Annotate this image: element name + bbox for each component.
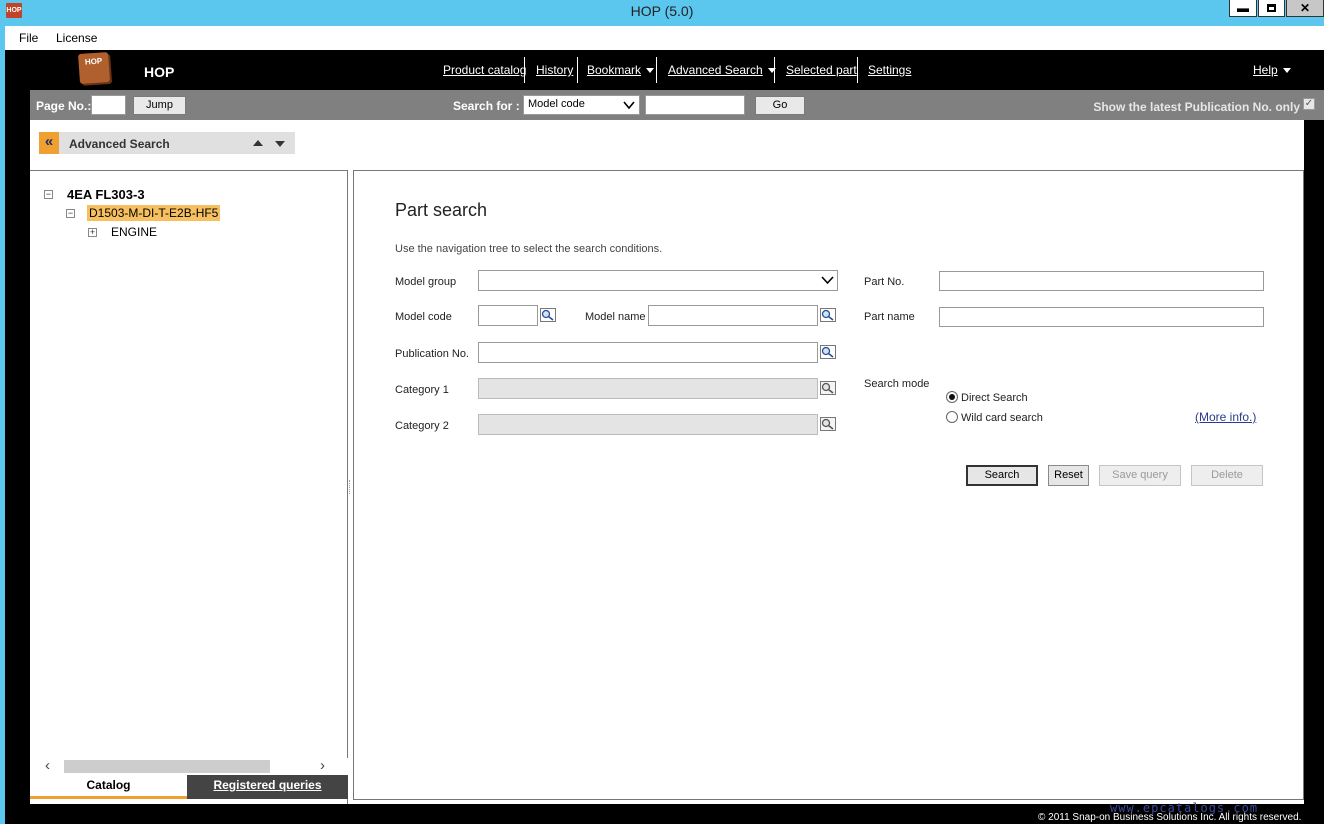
chevron-down-icon bbox=[623, 101, 635, 110]
collapse-icon[interactable]: − bbox=[44, 190, 53, 199]
nav-divider bbox=[656, 57, 657, 83]
show-latest-label: Show the latest Publication No. only bbox=[1093, 100, 1300, 114]
reset-button[interactable]: Reset bbox=[1048, 465, 1089, 486]
nav-advanced-search[interactable]: Advanced Search bbox=[668, 63, 776, 77]
part-name-input[interactable] bbox=[939, 307, 1264, 327]
window-title: HOP (5.0) bbox=[630, 3, 694, 19]
model-group-label: Model group bbox=[395, 276, 457, 288]
wildcard-search-label[interactable]: Wild card search bbox=[961, 412, 1043, 424]
show-latest-checkbox[interactable]: ✓ bbox=[1303, 98, 1315, 110]
nav-settings[interactable]: Settings bbox=[868, 63, 911, 77]
tree-node-root[interactable]: 4EA FL303-3 bbox=[67, 187, 145, 202]
lookup-icon[interactable] bbox=[820, 345, 836, 359]
search-for-select[interactable]: Model code bbox=[523, 95, 640, 115]
move-up-icon[interactable] bbox=[253, 140, 263, 146]
minimize-button[interactable]: ▬ bbox=[1229, 0, 1257, 17]
maximize-icon bbox=[1267, 4, 1276, 12]
direct-search-label[interactable]: Direct Search bbox=[961, 392, 1028, 404]
app-area: HOP HOP Product catalog History Bookmark… bbox=[5, 50, 1324, 824]
advanced-search-header: Advanced Search bbox=[59, 132, 295, 154]
tree-node-model[interactable]: D1503-M-DI-T-E2B-HF5 bbox=[87, 205, 221, 221]
go-button[interactable]: Go bbox=[755, 96, 805, 115]
panel-tabs: Catalog Registered queries bbox=[30, 775, 348, 799]
window-titlebar: HOP HOP (5.0) ▬ ✕ bbox=[0, 0, 1324, 22]
collapse-icon[interactable]: − bbox=[66, 209, 75, 218]
menu-file[interactable]: File bbox=[19, 31, 38, 45]
nav-help[interactable]: Help bbox=[1253, 63, 1291, 77]
chevron-down-icon bbox=[1282, 68, 1291, 74]
nav-divider bbox=[857, 57, 858, 83]
tab-catalog[interactable]: Catalog bbox=[30, 775, 187, 799]
nav-divider bbox=[774, 57, 775, 83]
lookup-icon[interactable] bbox=[540, 308, 556, 322]
collapse-panel-button[interactable]: « bbox=[39, 132, 59, 154]
page-no-input[interactable] bbox=[91, 95, 126, 115]
more-info-link[interactable]: (More info.) bbox=[1195, 410, 1256, 424]
scrollbar-thumb[interactable] bbox=[64, 760, 270, 773]
tree-node-engine[interactable]: ENGINE bbox=[111, 225, 157, 239]
search-for-input[interactable] bbox=[645, 95, 745, 115]
app-name: HOP bbox=[144, 64, 175, 80]
lookup-icon[interactable] bbox=[820, 308, 836, 322]
part-no-input[interactable] bbox=[939, 271, 1264, 291]
search-mode-label: Search mode bbox=[864, 378, 930, 390]
nav-divider bbox=[524, 57, 525, 83]
direct-search-radio[interactable] bbox=[946, 391, 958, 403]
scroll-right-icon[interactable]: › bbox=[320, 757, 325, 774]
app-header: HOP HOP Product catalog History Bookmark… bbox=[5, 50, 1324, 90]
category1-input bbox=[478, 378, 818, 399]
horizontal-scrollbar[interactable]: ‹ › bbox=[30, 757, 348, 775]
chevron-down-icon bbox=[821, 276, 834, 285]
menu-license[interactable]: License bbox=[56, 31, 97, 45]
lookup-icon[interactable] bbox=[820, 381, 836, 395]
lookup-icon[interactable] bbox=[820, 417, 836, 431]
wildcard-search-radio[interactable] bbox=[946, 411, 958, 423]
nav-bookmark[interactable]: Bookmark bbox=[587, 63, 655, 77]
main-area: « Advanced Search − 4EA FL303-3 − D1503-… bbox=[30, 120, 1304, 804]
category2-input bbox=[478, 414, 818, 435]
search-toolbar: Page No.: Jump Search for : Model code G… bbox=[30, 90, 1324, 120]
category2-label: Category 2 bbox=[395, 420, 449, 432]
page-no-label: Page No.: bbox=[36, 99, 92, 113]
part-search-panel: Part search Use the navigation tree to s… bbox=[353, 170, 1304, 800]
nav-history[interactable]: History bbox=[536, 63, 573, 77]
menu-bar: File License bbox=[5, 26, 1324, 50]
model-code-label: Model code bbox=[395, 311, 452, 323]
navigation-tree-panel: − 4EA FL303-3 − D1503-M-DI-T-E2B-HF5 + E… bbox=[30, 170, 348, 804]
close-button[interactable]: ✕ bbox=[1286, 0, 1324, 17]
expand-icon[interactable]: + bbox=[88, 228, 97, 237]
panel-splitter[interactable] bbox=[349, 480, 352, 494]
nav-selected-part[interactable]: Selected part bbox=[786, 63, 857, 77]
delete-button[interactable]: Delete bbox=[1191, 465, 1263, 486]
search-for-label: Search for : bbox=[453, 99, 520, 113]
move-down-icon[interactable] bbox=[275, 141, 285, 147]
instruction-text: Use the navigation tree to select the se… bbox=[395, 243, 663, 255]
save-query-button[interactable]: Save query bbox=[1099, 465, 1181, 486]
page-title: Part search bbox=[395, 200, 488, 220]
part-no-label: Part No. bbox=[864, 276, 905, 288]
model-name-input[interactable] bbox=[648, 305, 818, 326]
publication-no-label: Publication No. bbox=[395, 348, 469, 360]
model-group-select[interactable] bbox=[478, 270, 838, 291]
part-name-label: Part name bbox=[864, 311, 915, 323]
advanced-search-title: Advanced Search bbox=[69, 137, 170, 151]
maximize-button[interactable] bbox=[1258, 0, 1285, 17]
model-code-input[interactable] bbox=[478, 305, 538, 326]
category1-label: Category 1 bbox=[395, 384, 449, 396]
copyright-text: © 2011 Snap-on Business Solutions Inc. A… bbox=[1038, 812, 1302, 823]
chevron-down-icon bbox=[646, 68, 655, 74]
nav-product-catalog[interactable]: Product catalog bbox=[443, 63, 526, 77]
model-name-label: Model name bbox=[585, 311, 646, 323]
publication-no-input[interactable] bbox=[478, 342, 818, 363]
nav-divider bbox=[577, 57, 578, 83]
jump-button[interactable]: Jump bbox=[133, 96, 186, 115]
search-button[interactable]: Search bbox=[966, 465, 1038, 486]
tab-registered-queries[interactable]: Registered queries bbox=[187, 775, 348, 799]
scroll-left-icon[interactable]: ‹ bbox=[45, 757, 50, 774]
hop-logo-icon: HOP bbox=[77, 51, 111, 85]
